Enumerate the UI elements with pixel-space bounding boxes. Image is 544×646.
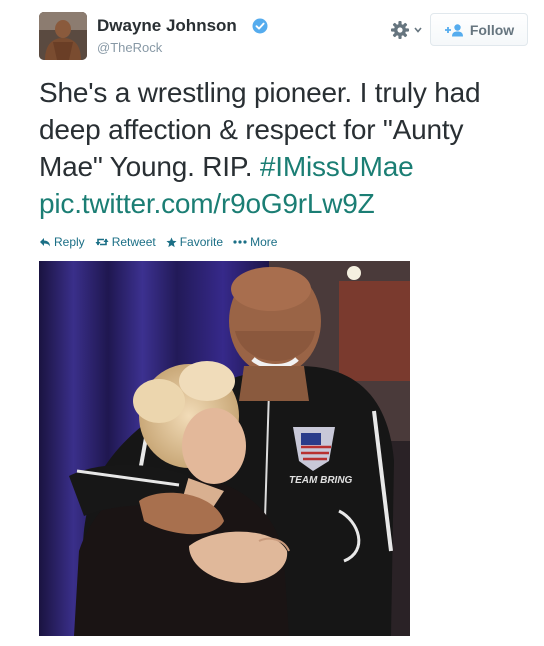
favorite-label: Favorite bbox=[179, 235, 224, 249]
follow-button[interactable]: Follow bbox=[430, 13, 528, 46]
author-handle[interactable]: @TheRock bbox=[97, 40, 162, 55]
verified-badge-icon bbox=[252, 18, 268, 34]
retweet-label: Retweet bbox=[111, 235, 156, 249]
more-button[interactable]: More bbox=[233, 235, 277, 249]
add-user-icon bbox=[444, 23, 463, 36]
tweet-text-line-2: deep affection & respect for "Aunty bbox=[39, 114, 464, 145]
chevron-down-icon bbox=[414, 27, 422, 33]
tweet-actions: Reply Retweet Favorite More bbox=[39, 234, 287, 250]
hashtag-link[interactable]: #IMissUMae bbox=[260, 151, 414, 182]
star-icon bbox=[166, 236, 177, 247]
reply-label: Reply bbox=[54, 235, 85, 249]
photo-image: TEAM BRING bbox=[39, 261, 410, 636]
follow-button-label: Follow bbox=[469, 21, 515, 38]
retweet-icon bbox=[95, 238, 109, 246]
pic-link[interactable]: pic.twitter.com/r9oG9rLw9Z bbox=[39, 188, 375, 219]
reply-button[interactable]: Reply bbox=[39, 235, 85, 249]
gear-icon bbox=[391, 21, 422, 39]
tweet-text-line-3: Mae" Young. RIP. bbox=[39, 151, 260, 182]
tweet-text: She's a wrestling pioneer. I truly had d… bbox=[39, 74, 529, 222]
author-name[interactable]: Dwayne Johnson bbox=[97, 16, 237, 36]
user-actions-dropdown[interactable] bbox=[390, 19, 424, 41]
avatar[interactable] bbox=[39, 12, 87, 60]
favorite-button[interactable]: Favorite bbox=[166, 235, 223, 249]
tweet-text-line-1: She's a wrestling pioneer. I truly had bbox=[39, 77, 481, 108]
tweet-photo[interactable]: TEAM BRING bbox=[39, 261, 410, 636]
more-label: More bbox=[250, 235, 278, 249]
more-dots-icon bbox=[233, 240, 247, 244]
reply-icon bbox=[40, 238, 50, 247]
retweet-button[interactable]: Retweet bbox=[95, 235, 156, 249]
shirt-text: TEAM BRING bbox=[289, 475, 353, 486]
